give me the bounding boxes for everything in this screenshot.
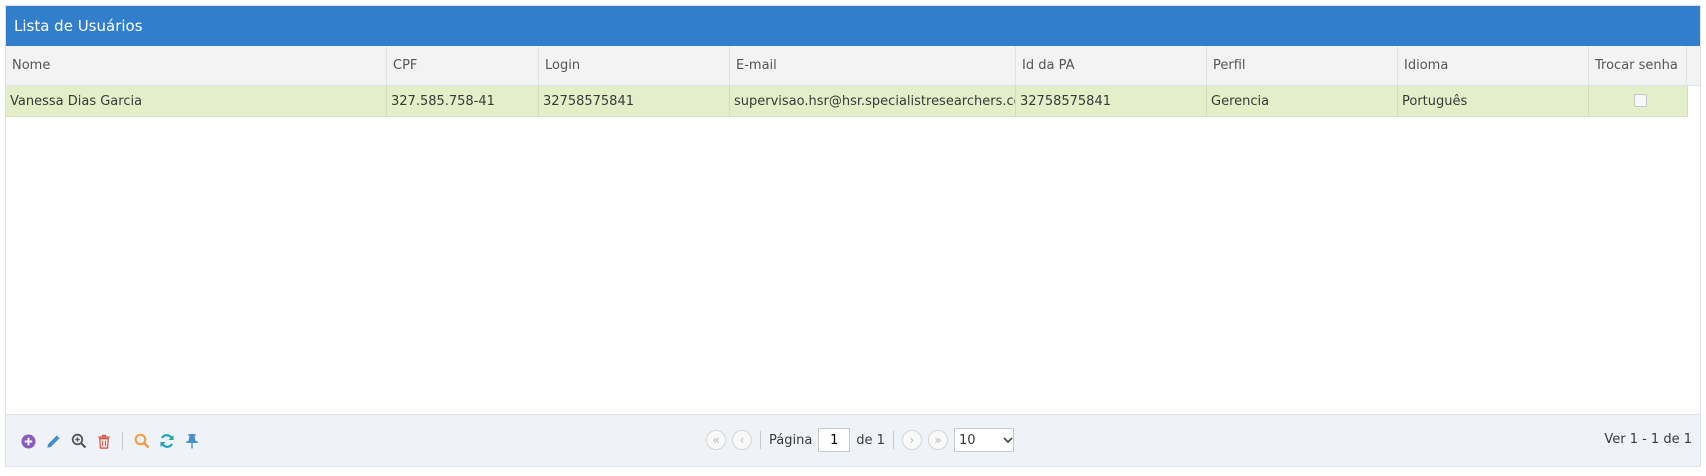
page-number-input[interactable] [818, 428, 851, 452]
pager-actions [20, 432, 200, 450]
cell-email: supervisao.hsr@hsr.specialistresearchers… [730, 86, 1016, 116]
column-header-cpf[interactable]: CPF [387, 46, 539, 85]
pager-separator [892, 431, 894, 449]
cell-login: 32758575841 [539, 86, 730, 116]
column-header-idioma[interactable]: Idioma [1398, 46, 1589, 85]
page-label: Página [769, 432, 813, 448]
pager-separator [760, 431, 761, 449]
cell-idioma: Português [1398, 86, 1589, 116]
grid-title: Lista de Usuários [6, 6, 1700, 46]
rows-per-page-value: 10 [958, 432, 976, 448]
table-row[interactable]: Vanessa Dias Garcia 327.585.758-41 32758… [6, 86, 1688, 117]
prev-page-button[interactable]: ‹ [732, 430, 752, 450]
grid-header: Nome CPF Login E-mail Id da PA Perfil Id… [6, 46, 1688, 86]
cell-perfil: Gerencia [1207, 86, 1398, 116]
rows-per-page-select[interactable]: 10 [953, 428, 1014, 452]
trocar-senha-checkbox[interactable] [1633, 93, 1647, 107]
add-icon[interactable] [20, 433, 37, 450]
cell-cpf: 327.585.758-41 [387, 86, 539, 116]
pagination: « ‹ Página de 1 › » 10 [706, 428, 1014, 452]
pager-separator [122, 432, 123, 450]
pin-icon[interactable] [183, 433, 200, 450]
cell-nome: Vanessa Dias Garcia [6, 86, 387, 116]
last-page-button[interactable]: » [927, 430, 948, 450]
chevron-down-icon [1003, 433, 1013, 448]
header-scroll-spacer [1686, 46, 1700, 86]
next-page-button[interactable]: › [901, 430, 922, 450]
delete-icon[interactable] [95, 433, 112, 450]
page-total-label: de 1 [856, 432, 885, 448]
users-grid: Lista de Usuários Nome CPF Login E-mail … [5, 5, 1701, 467]
search-icon[interactable] [133, 433, 150, 450]
grid-pager: « ‹ Página de 1 › » 10 Ver 1 - 1 de 1 [6, 414, 1700, 466]
column-header-nome[interactable]: Nome [6, 46, 387, 85]
column-header-id-pa[interactable]: Id da PA [1016, 46, 1207, 85]
refresh-icon[interactable] [158, 433, 175, 450]
view-icon[interactable] [70, 433, 87, 450]
record-info: Ver 1 - 1 de 1 [1604, 432, 1692, 447]
first-page-button[interactable]: « [706, 430, 726, 450]
cell-trocar-senha [1589, 86, 1688, 116]
column-header-trocar-senha[interactable]: Trocar senha [1589, 46, 1688, 85]
column-header-email[interactable]: E-mail [730, 46, 1016, 85]
edit-icon[interactable] [45, 433, 62, 450]
cell-id-pa: 32758575841 [1016, 86, 1207, 116]
column-header-perfil[interactable]: Perfil [1207, 46, 1398, 85]
column-header-login[interactable]: Login [539, 46, 730, 85]
